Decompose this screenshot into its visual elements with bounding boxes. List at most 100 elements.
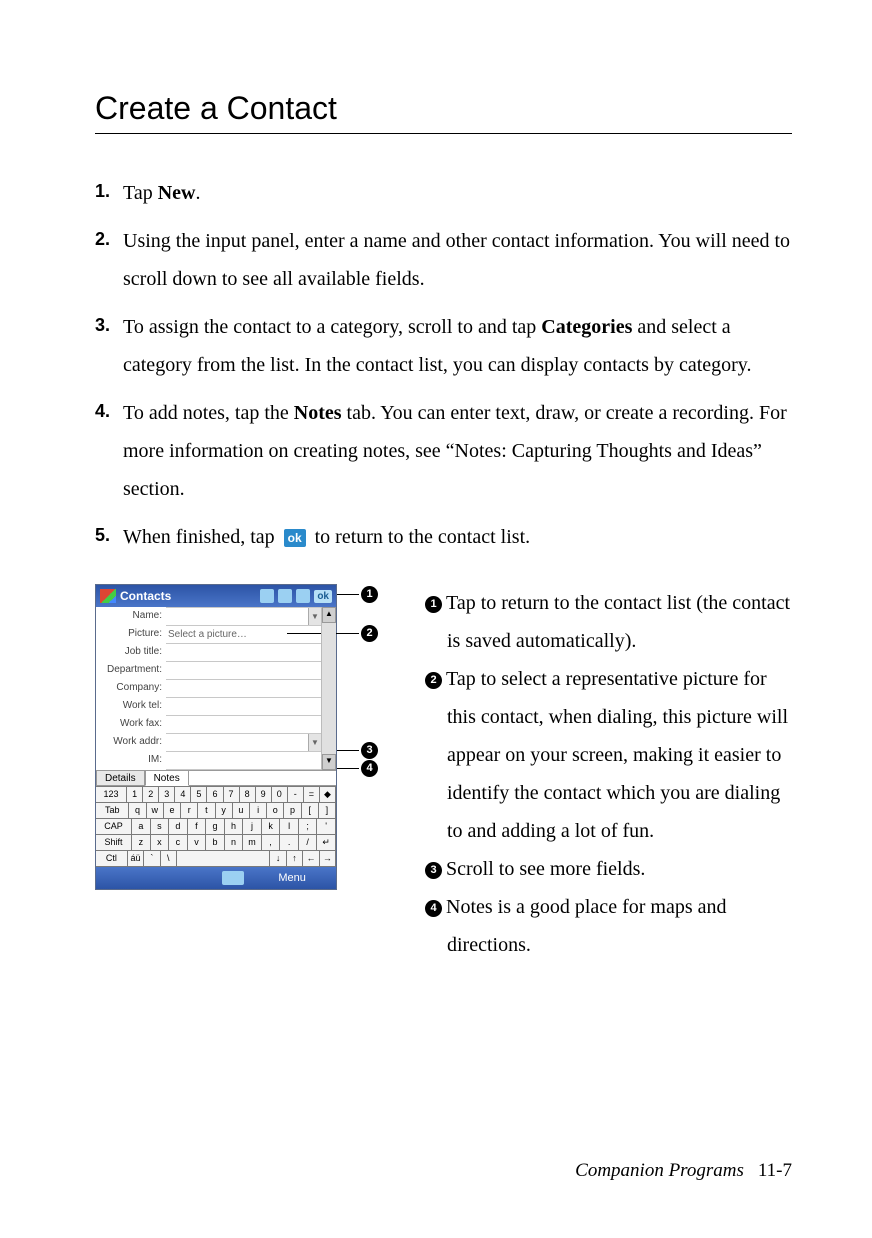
callout-leader bbox=[337, 768, 359, 769]
keyboard-key[interactable]: g bbox=[206, 819, 225, 835]
keyboard-key[interactable]: - bbox=[288, 787, 304, 803]
keyboard-key[interactable]: x bbox=[151, 835, 170, 851]
department-field[interactable] bbox=[166, 662, 321, 680]
keyboard-key[interactable]: h bbox=[225, 819, 244, 835]
keyboard-key[interactable]: ↑ bbox=[287, 851, 303, 867]
title-divider bbox=[95, 133, 792, 134]
keyboard-key[interactable]: c bbox=[169, 835, 188, 851]
keyboard-key[interactable]: ; bbox=[299, 819, 318, 835]
keyboard-key[interactable]: s bbox=[151, 819, 170, 835]
keyboard-key[interactable]: ↓ bbox=[270, 851, 286, 867]
keyboard-key[interactable]: 3 bbox=[159, 787, 175, 803]
keyboard-key[interactable]: Tab bbox=[96, 803, 129, 819]
keyboard-key[interactable]: w bbox=[147, 803, 164, 819]
keyboard-key[interactable]: 7 bbox=[224, 787, 240, 803]
callout-legend: 1Tap to return to the contact list (the … bbox=[425, 584, 792, 964]
keyboard-key[interactable]: áü bbox=[128, 851, 144, 867]
field-label-workfax: Work fax: bbox=[96, 715, 166, 733]
keyboard-key[interactable]: 0 bbox=[272, 787, 288, 803]
scrollbar[interactable]: ▲ ▼ bbox=[321, 607, 336, 770]
keyboard-key[interactable]: 5 bbox=[191, 787, 207, 803]
keyboard-key[interactable]: e bbox=[164, 803, 181, 819]
step-body: Tap New. bbox=[123, 174, 792, 212]
tab-notes[interactable]: Notes bbox=[145, 771, 189, 786]
page-footer: Companion Programs11-7 bbox=[575, 1160, 792, 1182]
workfax-field[interactable] bbox=[166, 716, 321, 734]
keyboard-key[interactable]: j bbox=[243, 819, 262, 835]
keyboard-key[interactable]: r bbox=[181, 803, 198, 819]
keyboard-key[interactable]: y bbox=[216, 803, 233, 819]
keyboard-key[interactable]: 2 bbox=[143, 787, 159, 803]
workaddr-field[interactable]: ▼ bbox=[166, 734, 321, 752]
keyboard-key[interactable]: ◆ bbox=[320, 787, 336, 803]
scroll-up-icon[interactable]: ▲ bbox=[322, 607, 336, 623]
keyboard-key[interactable]: CAP bbox=[96, 819, 132, 835]
keyboard-key[interactable]: 9 bbox=[256, 787, 272, 803]
company-field[interactable] bbox=[166, 680, 321, 698]
step-body: When finished, tap ok to return to the c… bbox=[123, 518, 792, 556]
step-number: 2. bbox=[95, 222, 123, 298]
jobtitle-field[interactable] bbox=[166, 644, 321, 662]
keyboard-key[interactable]: n bbox=[225, 835, 244, 851]
keyboard-key[interactable]: 6 bbox=[207, 787, 223, 803]
onscreen-keyboard[interactable]: 1231234567890-=◆ Tabqwertyuiop[] CAPasdf… bbox=[96, 786, 336, 867]
keyboard-key[interactable]: = bbox=[304, 787, 320, 803]
scroll-down-icon[interactable]: ▼ bbox=[322, 754, 336, 770]
signal-icon bbox=[278, 589, 292, 603]
keyboard-key[interactable]: 8 bbox=[240, 787, 256, 803]
keyboard-key[interactable]: ] bbox=[319, 803, 336, 819]
callout-leader bbox=[337, 750, 359, 751]
keyboard-key[interactable]: o bbox=[267, 803, 284, 819]
picture-field[interactable]: Select a picture… bbox=[166, 626, 321, 644]
keyboard-key[interactable]: m bbox=[243, 835, 262, 851]
im-field[interactable] bbox=[166, 752, 321, 770]
field-label-im: IM: bbox=[96, 751, 166, 769]
name-field[interactable]: ▼ bbox=[166, 607, 321, 626]
page-title: Create a Contact bbox=[95, 90, 792, 127]
dropdown-icon[interactable]: ▼ bbox=[308, 608, 321, 625]
window-titlebar: Contacts ok bbox=[96, 585, 336, 607]
keyboard-key[interactable]: Shift bbox=[96, 835, 132, 851]
keyboard-key[interactable]: ` bbox=[144, 851, 160, 867]
keyboard-key[interactable]: ' bbox=[317, 819, 336, 835]
keyboard-key[interactable]: f bbox=[188, 819, 207, 835]
keyboard-key[interactable]: / bbox=[299, 835, 318, 851]
keyboard-key[interactable]: p bbox=[284, 803, 301, 819]
keyboard-key[interactable]: \ bbox=[161, 851, 177, 867]
keyboard-key[interactable]: d bbox=[169, 819, 188, 835]
start-flag-icon[interactable] bbox=[100, 589, 116, 603]
keyboard-key[interactable]: v bbox=[188, 835, 207, 851]
keyboard-toggle-icon[interactable] bbox=[222, 871, 244, 885]
pda-screenshot: Contacts ok Name: Picture: Job title: De… bbox=[95, 584, 337, 890]
field-label-department: Department: bbox=[96, 661, 166, 679]
window-title: Contacts bbox=[120, 589, 256, 603]
keyboard-key[interactable]: k bbox=[262, 819, 281, 835]
tab-details[interactable]: Details bbox=[96, 771, 145, 786]
keyboard-key[interactable]: . bbox=[280, 835, 299, 851]
keyboard-key[interactable]: i bbox=[250, 803, 267, 819]
keyboard-key[interactable]: u bbox=[233, 803, 250, 819]
scroll-track[interactable] bbox=[322, 623, 336, 754]
keyboard-key[interactable]: ← bbox=[303, 851, 319, 867]
keyboard-key[interactable]: l bbox=[280, 819, 299, 835]
keyboard-key[interactable]: , bbox=[262, 835, 281, 851]
keyboard-key[interactable]: 123 bbox=[96, 787, 127, 803]
keyboard-key[interactable]: Ctl bbox=[96, 851, 128, 867]
keyboard-key[interactable] bbox=[177, 851, 270, 867]
keyboard-key[interactable]: 4 bbox=[175, 787, 191, 803]
step-body: Using the input panel, enter a name and … bbox=[123, 222, 792, 298]
dropdown-icon[interactable]: ▼ bbox=[308, 734, 321, 751]
keyboard-key[interactable]: 1 bbox=[127, 787, 143, 803]
menu-button[interactable]: Menu bbox=[278, 872, 306, 884]
worktel-field[interactable] bbox=[166, 698, 321, 716]
keyboard-key[interactable]: q bbox=[129, 803, 146, 819]
ok-button[interactable]: ok bbox=[314, 590, 332, 603]
callout-bullet-4: 4 bbox=[425, 900, 442, 917]
keyboard-key[interactable]: a bbox=[132, 819, 151, 835]
keyboard-key[interactable]: t bbox=[198, 803, 215, 819]
keyboard-key[interactable]: ↵ bbox=[317, 835, 336, 851]
keyboard-key[interactable]: b bbox=[206, 835, 225, 851]
keyboard-key[interactable]: z bbox=[132, 835, 151, 851]
keyboard-key[interactable]: [ bbox=[302, 803, 319, 819]
keyboard-key[interactable]: → bbox=[320, 851, 336, 867]
